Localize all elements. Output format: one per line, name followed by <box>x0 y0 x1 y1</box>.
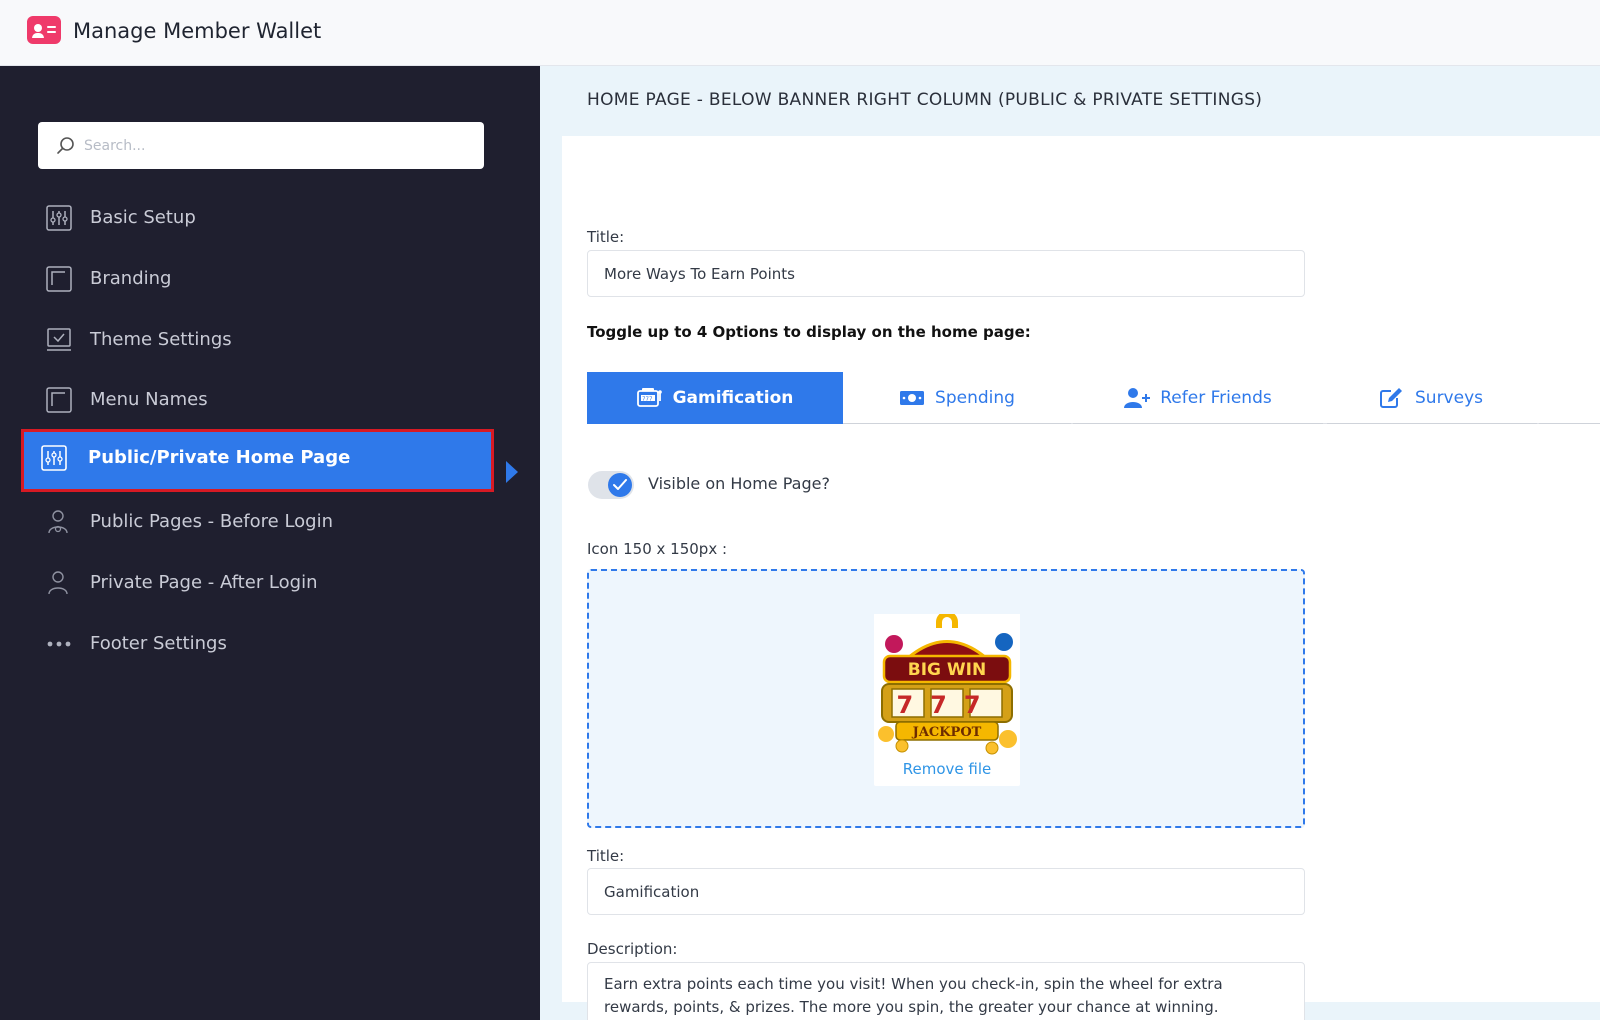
slot-machine-icon: 777 <box>636 388 662 407</box>
sidebar-item-label: Menu Names <box>90 389 208 410</box>
search-input[interactable] <box>84 131 464 161</box>
user-icon <box>48 571 68 595</box>
icon-dropzone[interactable]: BIG WIN 777 JACKPOT Remove file <box>587 569 1305 828</box>
tab-refer-friends[interactable]: Refer Friends <box>1071 372 1325 424</box>
frame-icon <box>46 387 72 413</box>
sidebar-item-footer-settings[interactable]: Footer Settings <box>26 615 500 673</box>
monitor-check-icon <box>47 328 71 351</box>
sidebar-item-label: Footer Settings <box>90 633 227 654</box>
slot-machine-image: BIG WIN 777 JACKPOT <box>874 614 1020 760</box>
top-bar: Manage Member Wallet <box>0 0 1600 66</box>
tab-surveys[interactable]: Surveys <box>1325 372 1537 424</box>
sidebar-item-menu-names[interactable]: Menu Names <box>26 371 500 429</box>
sidebar: Basic Setup Branding Theme Settings Menu… <box>0 66 540 1020</box>
item-title-input[interactable] <box>587 868 1305 915</box>
tab-label: Gamification <box>672 388 794 408</box>
visible-toggle[interactable] <box>588 471 634 499</box>
search-box[interactable] <box>38 122 484 169</box>
active-indicator <box>506 461 518 483</box>
svg-text:777: 777 <box>896 691 997 719</box>
sliders-icon <box>41 445 67 471</box>
sidebar-item-theme-settings[interactable]: Theme Settings <box>26 311 500 369</box>
settings-card: Title: Toggle up to 4 Options to display… <box>562 136 1600 1020</box>
tab-label: Spending <box>935 388 1015 408</box>
frame-icon <box>46 266 72 292</box>
uploaded-icon-preview: BIG WIN 777 JACKPOT Remove file <box>874 614 1020 786</box>
tab-label: Surveys <box>1415 388 1483 408</box>
app-title: Manage Member Wallet <box>73 19 322 43</box>
search-icon <box>57 137 74 154</box>
sidebar-item-branding[interactable]: Branding <box>26 250 500 308</box>
tab-spending[interactable]: Spending <box>843 372 1071 424</box>
toggle-knob <box>608 473 632 497</box>
sidebar-item-label: Branding <box>90 268 172 289</box>
sidebar-item-label: Basic Setup <box>90 207 196 228</box>
toggle-instruction: Toggle up to 4 Options to display on the… <box>587 323 1031 341</box>
section-header: HOME PAGE - BELOW BANNER RIGHT COLUMN (P… <box>540 66 1600 136</box>
option-tabs: 777 Gamification Spending Refer Friends … <box>587 372 1600 424</box>
sidebar-item-label: Public/Private Home Page <box>88 447 351 468</box>
main-content: HOME PAGE - BELOW BANNER RIGHT COLUMN (P… <box>540 66 1600 1020</box>
sidebar-item-public-pages-before-login[interactable]: Public Pages - Before Login <box>26 493 500 551</box>
money-icon <box>900 391 925 405</box>
title-input[interactable] <box>587 250 1305 297</box>
sidebar-item-label: Private Page - After Login <box>90 572 318 593</box>
icon-size-label: Icon 150 x 150px : <box>587 540 728 558</box>
svg-text:JACKPOT: JACKPOT <box>912 725 982 740</box>
member-card-icon <box>27 16 61 44</box>
section-title: HOME PAGE - BELOW BANNER RIGHT COLUMN (P… <box>587 90 1263 110</box>
tab-label: Refer Friends <box>1160 388 1272 408</box>
title-label: Title: <box>587 228 625 246</box>
sidebar-item-public-private-home-page[interactable]: Public/Private Home Page <box>21 429 494 492</box>
item-title-label: Title: <box>587 847 625 865</box>
user-gear-icon <box>48 510 68 534</box>
user-plus-icon <box>1124 388 1151 408</box>
sidebar-item-private-page-after-login[interactable]: Private Page - After Login <box>26 554 500 612</box>
tab-gamification[interactable]: 777 Gamification <box>587 372 843 424</box>
check-icon <box>613 479 627 490</box>
visible-label: Visible on Home Page? <box>648 474 830 493</box>
description-textarea[interactable]: Earn extra points each time you visit! W… <box>587 962 1305 1020</box>
sidebar-item-basic-setup[interactable]: Basic Setup <box>26 189 500 247</box>
sidebar-item-label: Theme Settings <box>90 329 232 350</box>
svg-text:777: 777 <box>642 397 653 403</box>
sidebar-item-label: Public Pages - Before Login <box>90 511 334 532</box>
remove-file-link[interactable]: Remove file <box>874 760 1020 778</box>
svg-text:BIG WIN: BIG WIN <box>908 660 986 680</box>
edit-icon <box>1380 388 1402 408</box>
sliders-icon <box>46 205 72 231</box>
dots-icon <box>47 641 71 647</box>
description-label: Description: <box>587 940 678 958</box>
